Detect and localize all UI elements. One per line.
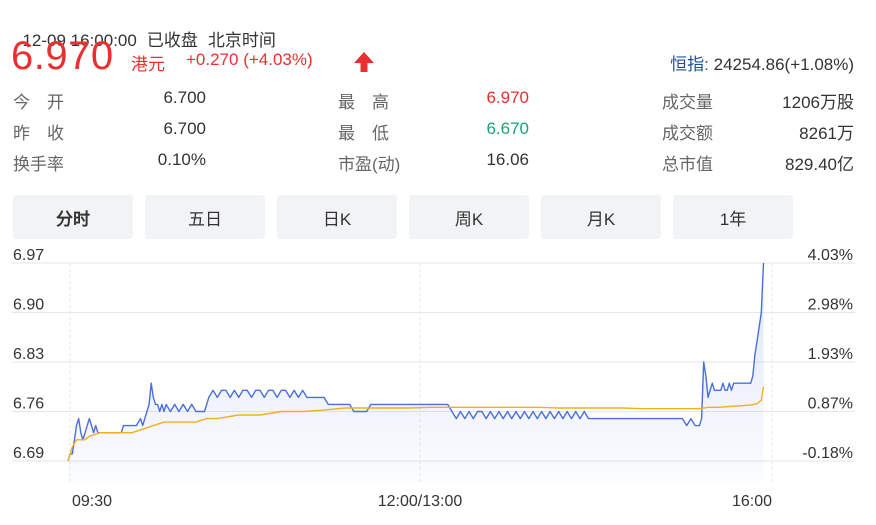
price-area: [68, 263, 764, 481]
y-tick-left: 6.69: [13, 445, 44, 462]
y-tick-left: 6.97: [13, 247, 44, 264]
stat-value-high: 6.970: [486, 88, 529, 107]
stat-label-turnover-rate: 换手率: [13, 155, 64, 174]
stat-value-prev-close: 6.700: [163, 119, 206, 138]
stat-label-market-cap: 总市值: [662, 155, 713, 174]
x-tick-label: 09:30: [72, 493, 112, 510]
stat-value-market-cap: 829.40亿: [785, 155, 854, 174]
index-label: 恒指:: [670, 55, 709, 74]
tab-monthly-k[interactable]: 月K: [541, 195, 661, 239]
stat-label-volume: 成交量: [662, 93, 713, 112]
index-value: 24254.86(+1.08%): [713, 55, 854, 74]
currency-label: 港元: [131, 55, 165, 74]
stat-label-high: 最 高: [338, 93, 389, 112]
stat-label-amount: 成交额: [662, 124, 713, 143]
y-tick-right: -0.18%: [802, 445, 853, 462]
y-tick-right: 1.93%: [808, 346, 853, 363]
stat-value-turnover-rate: 0.10%: [157, 150, 206, 169]
tab-intraday[interactable]: 分时: [13, 195, 133, 239]
tab-daily-k[interactable]: 日K: [277, 195, 397, 239]
index-info[interactable]: 恒指: 24254.86(+1.08%): [670, 50, 854, 75]
y-tick-right: 0.87%: [808, 396, 853, 413]
stat-value-open: 6.700: [163, 88, 206, 107]
stat-label-low: 最 低: [338, 124, 389, 143]
arrow-up-icon: [354, 52, 374, 72]
y-tick-left: 6.76: [13, 396, 44, 413]
price-change: +0.270 (+4.03%): [186, 50, 313, 69]
y-tick-left: 6.83: [13, 346, 44, 363]
stat-value-volume: 1206万股: [782, 93, 854, 112]
stat-value-amount: 8261万: [799, 124, 854, 143]
y-tick-right: 4.03%: [808, 247, 853, 264]
y-tick-left: 6.90: [13, 297, 44, 314]
x-tick-label: 12:00/13:00: [378, 493, 463, 510]
tab-one-year[interactable]: 1年: [673, 195, 793, 239]
tab-weekly-k[interactable]: 周K: [409, 195, 529, 239]
stat-label-open: 今 开: [13, 93, 64, 112]
y-tick-right: 2.98%: [808, 297, 853, 314]
current-price: 6.970: [11, 34, 114, 78]
intraday-chart[interactable]: 6.97 4.03% 6.90 2.98% 6.83 1.93% 6.76 0.87% 6.69…: [0, 245, 876, 525]
x-tick-label: 16:00: [732, 493, 772, 510]
market-status: 已收盘: [146, 31, 198, 50]
stat-value-low: 6.670: [486, 119, 529, 138]
stat-label-pe: 市盈(动): [338, 155, 401, 174]
timezone-label: 北京时间: [207, 31, 276, 50]
tab-five-day[interactable]: 五日: [145, 195, 265, 239]
stat-label-prev-close: 昨 收: [13, 124, 64, 143]
stat-value-pe: 16.06: [486, 150, 529, 169]
